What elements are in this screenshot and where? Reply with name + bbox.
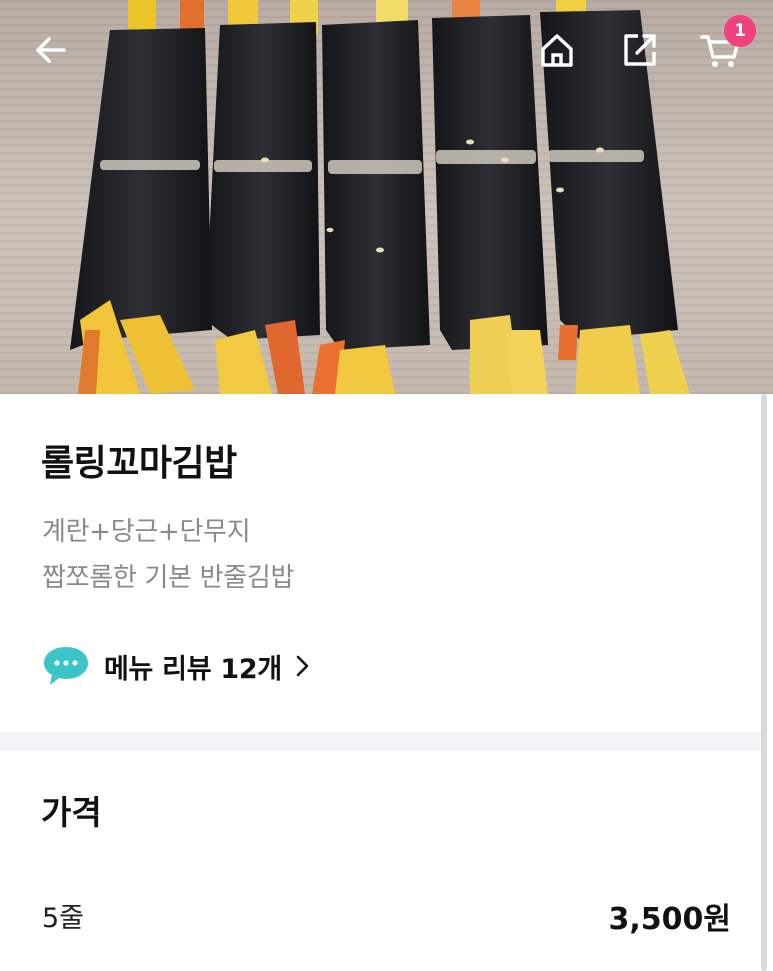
home-icon [541, 34, 573, 67]
section-divider [0, 732, 761, 751]
back-button[interactable] [29, 28, 73, 72]
price-option-label: 5줄 [42, 903, 85, 934]
price-section-title: 가격 [41, 793, 102, 832]
scrollbar[interactable] [761, 394, 767, 971]
share-icon [624, 34, 656, 66]
share-button[interactable] [618, 28, 662, 72]
cart-count-badge: 1 [724, 15, 756, 47]
chevron-right-icon [296, 655, 309, 677]
price-option-value: 3,500원 [608, 902, 732, 937]
product-hero-image: 1 [0, 0, 773, 394]
arrow-left-icon [36, 37, 66, 63]
home-button[interactable] [535, 28, 579, 72]
product-title: 롤링꼬마김밥 [41, 443, 237, 484]
product-description-line-1: 계란+당근+단무지 [42, 517, 251, 547]
menu-review-label: 메뉴 리뷰 12개 [104, 653, 282, 685]
menu-review-link[interactable]: 메뉴 리뷰 12개 [42, 643, 310, 689]
product-description-line-2: 짭쪼롬한 기본 반줄김밥 [42, 563, 295, 593]
chat-bubble-icon [44, 647, 88, 685]
